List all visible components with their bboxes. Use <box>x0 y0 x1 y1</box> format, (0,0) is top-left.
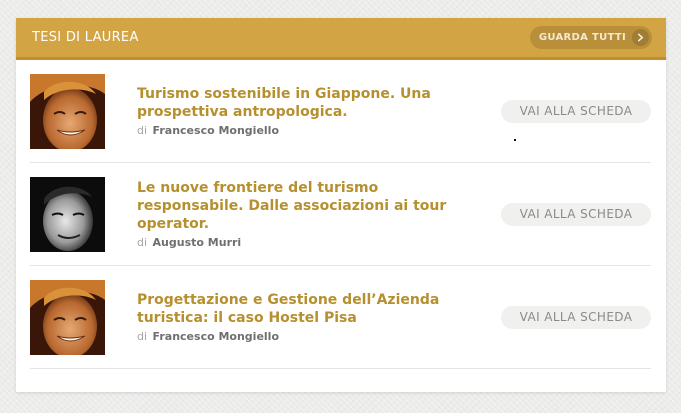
author-prefix: di <box>137 330 148 343</box>
thesis-info: Turismo sostenibile in Giappone. Una pro… <box>137 85 477 137</box>
panel-header: TESI DI LAUREA GUARDA TUTTI <box>16 18 666 60</box>
see-all-button[interactable]: GUARDA TUTTI <box>529 26 652 49</box>
stray-pixel <box>514 139 516 141</box>
thesis-author: di Augusto Murri <box>137 236 477 249</box>
thesis-info: Progettazione e Gestione dell’Azienda tu… <box>137 291 477 343</box>
list-item: Progettazione e Gestione dell’Azienda tu… <box>30 266 651 369</box>
thesis-title[interactable]: Progettazione e Gestione dell’Azienda tu… <box>137 291 477 327</box>
author-name[interactable]: Augusto Murri <box>153 236 242 249</box>
avatar[interactable] <box>30 176 105 252</box>
thesis-author: di Francesco Mongiello <box>137 330 477 343</box>
open-card-button[interactable]: VAI ALLA SCHEDA <box>501 202 651 226</box>
open-card-button[interactable]: VAI ALLA SCHEDA <box>501 99 651 123</box>
thesis-list: Turismo sostenibile in Giappone. Una pro… <box>16 60 666 369</box>
chevron-right-icon <box>632 29 649 46</box>
author-name[interactable]: Francesco Mongiello <box>153 124 279 137</box>
thesis-title[interactable]: Turismo sostenibile in Giappone. Una pro… <box>137 85 477 121</box>
see-all-label: GUARDA TUTTI <box>538 32 626 43</box>
open-card-button[interactable]: VAI ALLA SCHEDA <box>501 305 651 329</box>
avatar[interactable] <box>30 73 105 149</box>
author-prefix: di <box>137 124 148 137</box>
author-prefix: di <box>137 236 148 249</box>
list-item: Turismo sostenibile in Giappone. Una pro… <box>30 60 651 163</box>
thesis-author: di Francesco Mongiello <box>137 124 477 137</box>
thesis-info: Le nuove frontiere del turismo responsab… <box>137 179 477 249</box>
author-name[interactable]: Francesco Mongiello <box>153 330 279 343</box>
thesis-panel: TESI DI LAUREA GUARDA TUTTI Turismo sost… <box>16 18 666 392</box>
thesis-title[interactable]: Le nuove frontiere del turismo responsab… <box>137 179 477 233</box>
panel-title: TESI DI LAUREA <box>32 30 139 45</box>
list-item: Le nuove frontiere del turismo responsab… <box>30 163 651 266</box>
avatar[interactable] <box>30 279 105 355</box>
